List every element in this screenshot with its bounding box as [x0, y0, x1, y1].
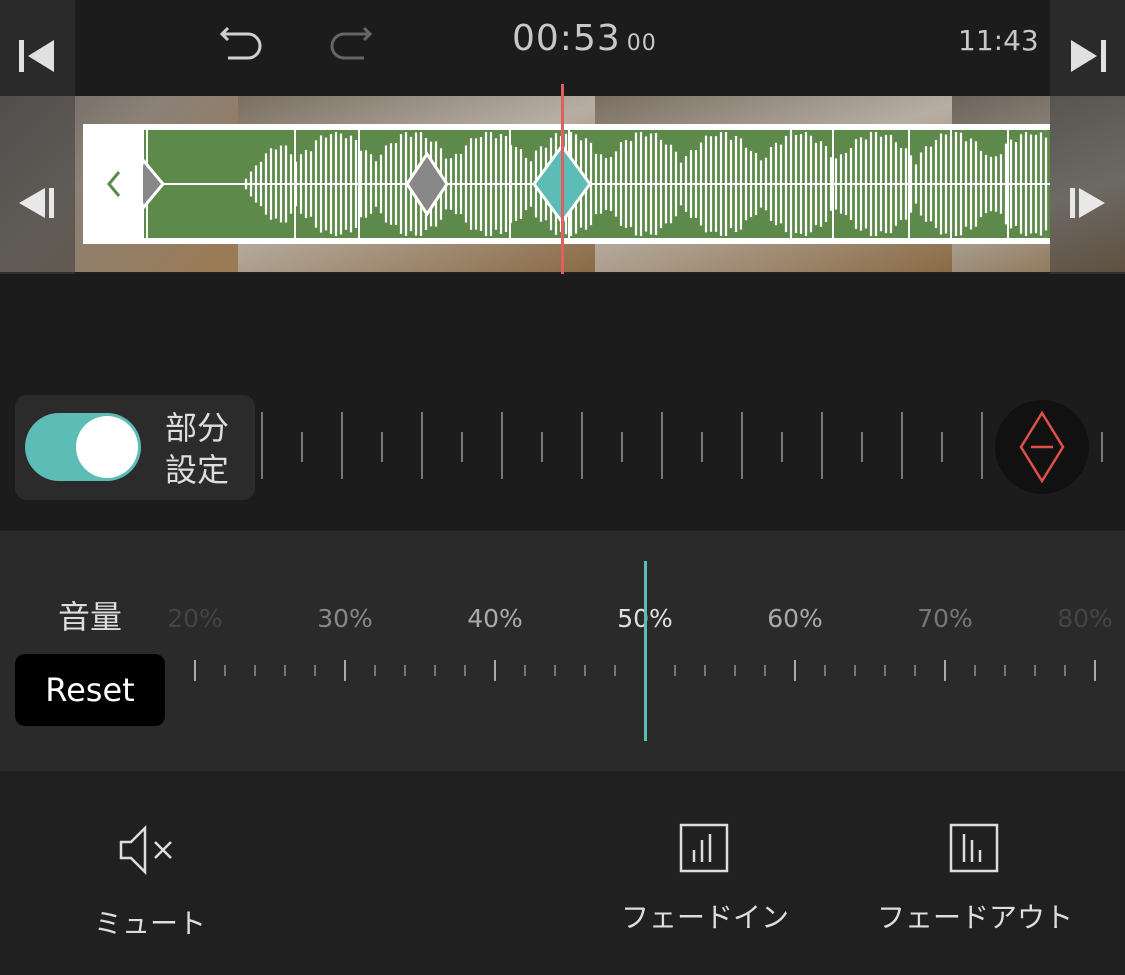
- volume-scale-label: 40%: [467, 604, 523, 633]
- undo-icon[interactable]: [218, 18, 266, 62]
- skip-start-icon: [19, 40, 54, 72]
- mute-label: ミュート: [93, 907, 206, 940]
- skip-to-start-button[interactable]: [0, 0, 75, 96]
- next-frame-button[interactable]: [1050, 96, 1125, 284]
- volume-scale-label: 80%: [1057, 604, 1113, 633]
- reset-button[interactable]: Reset: [15, 654, 165, 726]
- top-bar: 00:53 00 11:43: [0, 0, 1125, 96]
- fade-out-button[interactable]: フェードアウト: [875, 820, 1075, 936]
- volume-label: 音量: [58, 598, 123, 636]
- volume-panel: [0, 531, 1125, 771]
- partial-setting-panel: 部分 設定: [15, 395, 255, 500]
- current-time-frames: 00: [626, 31, 657, 56]
- current-time: 00:53 00: [512, 18, 657, 59]
- fade-in-icon: [679, 823, 729, 873]
- fade-out-icon: [949, 823, 999, 873]
- volume-scale-label: 70%: [917, 604, 973, 633]
- current-time-main: 00:53: [512, 18, 621, 59]
- keyframe-start-icon: [143, 157, 165, 211]
- partial-setting-toggle[interactable]: [25, 413, 141, 481]
- partial-setting-label: 部分 設定: [165, 407, 229, 491]
- total-time: 11:43: [958, 24, 1039, 57]
- skip-end-icon: [1071, 40, 1106, 72]
- next-frame-icon: [1070, 188, 1105, 218]
- partial-setting-label-line2: 設定: [165, 451, 230, 489]
- redo-icon[interactable]: [326, 18, 374, 62]
- toggle-knob: [76, 416, 138, 478]
- volume-scale-ticks[interactable]: [0, 531, 1125, 771]
- partial-setting-label-line1: 部分: [165, 409, 230, 447]
- fade-in-button[interactable]: フェードイン: [620, 820, 790, 936]
- keyframe-remove-icon: [1019, 410, 1065, 484]
- remove-keyframe-button[interactable]: [995, 400, 1089, 494]
- chevron-left-icon: [107, 171, 121, 197]
- volume-scale-label: 60%: [767, 604, 823, 633]
- volume-indicator[interactable]: [644, 561, 647, 741]
- audio-waveform-area: [143, 130, 1050, 238]
- fade-in-label: フェードイン: [620, 901, 789, 934]
- volume-scale-label: 30%: [317, 604, 373, 633]
- audio-waveform: [143, 130, 1050, 238]
- fade-out-label: フェードアウト: [876, 901, 1073, 934]
- audio-clip[interactable]: [83, 124, 1050, 244]
- previous-frame-button[interactable]: [0, 96, 75, 284]
- prev-frame-icon: [19, 188, 54, 218]
- volume-scale-label: 20%: [167, 604, 223, 633]
- skip-to-end-button[interactable]: [1050, 0, 1125, 96]
- mute-icon: [119, 824, 172, 876]
- clip-collapse-handle[interactable]: [83, 124, 143, 244]
- mute-button[interactable]: ミュート: [90, 820, 210, 942]
